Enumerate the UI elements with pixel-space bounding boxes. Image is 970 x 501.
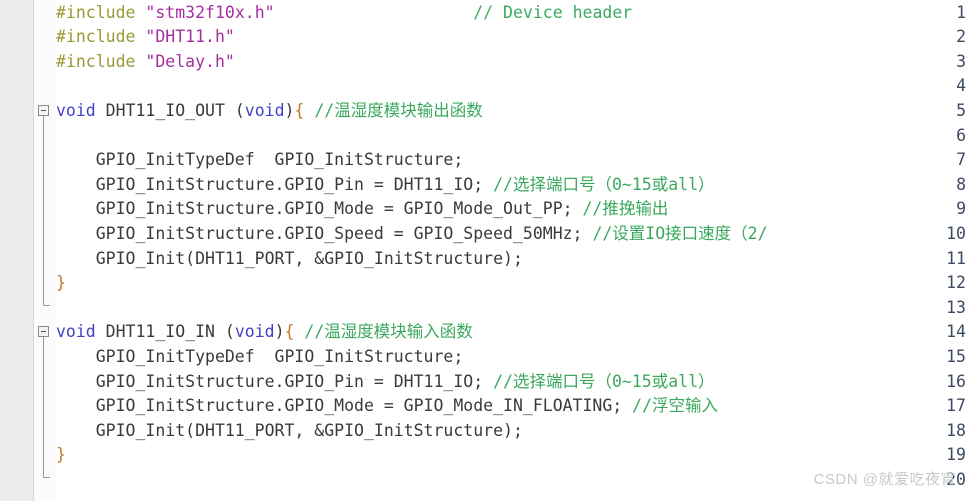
line-number-gutter <box>0 0 33 501</box>
code-editor: 1 2 3 4 5 6 7 8 9 10 11 12 13 14 15 16 17 18 19 20 #include… <box>0 0 970 501</box>
token-cmt: // Device header <box>473 2 633 22</box>
token-plain: GPIO_InitStructure.GPIO_Mode = GPIO_Mode… <box>56 199 583 219</box>
code-line[interactable]: GPIO_InitStructure.GPIO_Mode = GPIO_Mode… <box>56 394 718 419</box>
token-pre: #include <box>56 51 136 71</box>
code-line[interactable]: } <box>56 271 66 296</box>
code-content[interactable]: #include "stm32f10x.h" // Device header #… <box>56 0 970 501</box>
token-kw: void <box>234 322 275 342</box>
token-brace: { <box>284 322 295 342</box>
code-line[interactable] <box>56 296 66 321</box>
token-plain: GPIO_InitStructure.GPIO_Speed = GPIO_Spe… <box>56 223 593 243</box>
token-pre: #include <box>56 2 136 22</box>
token-plain: DHT11_IO_OUT ( <box>95 100 245 120</box>
token-cmt: //推挽输出 <box>582 199 669 219</box>
token-plain: GPIO_Init(DHT11_PORT, &GPIO_InitStructur… <box>56 248 523 268</box>
code-line[interactable]: GPIO_InitStructure.GPIO_Pin = DHT11_IO; … <box>56 173 715 198</box>
token-plain: DHT11_IO_IN ( <box>95 322 235 342</box>
token-plain: GPIO_InitStructure.GPIO_Pin = DHT11_IO; <box>56 371 494 391</box>
token-brace: { <box>294 100 305 120</box>
code-line[interactable]: void DHT11_IO_IN (void){ //温湿度模块输入函数 <box>56 320 473 345</box>
code-line[interactable]: #include "DHT11.h" <box>56 25 235 50</box>
token-pre: #include <box>56 27 136 47</box>
code-line[interactable]: } <box>56 443 66 468</box>
fold-guide-line <box>43 337 44 477</box>
fold-guide-foot <box>43 476 50 478</box>
token-plain: ) <box>274 322 285 342</box>
token-kw: void <box>56 100 96 120</box>
token-cmt: //浮空输入 <box>632 396 719 416</box>
code-line[interactable] <box>56 124 66 149</box>
code-line[interactable]: GPIO_InitStructure.GPIO_Speed = GPIO_Spe… <box>56 222 768 247</box>
fold-toggle-minus-icon[interactable] <box>38 326 49 338</box>
token-str: "Delay.h" <box>145 51 235 71</box>
fold-strip <box>34 0 56 501</box>
token-plain: GPIO_InitTypeDef GPIO_InitStructure; <box>56 150 464 170</box>
token-brace: } <box>56 445 66 465</box>
token-cmt: //温湿度模块输出函数 <box>314 100 483 120</box>
token-plain: GPIO_InitStructure.GPIO_Mode = GPIO_Mode… <box>56 396 633 416</box>
code-line[interactable] <box>56 74 66 99</box>
token-str: "stm32f10x.h" <box>145 2 275 22</box>
token-cmt: //选择端口号（0~15或all） <box>493 174 715 194</box>
token-plain: GPIO_InitStructure.GPIO_Pin = DHT11_IO; <box>56 174 494 194</box>
token-cmt: //选择端口号（0~15或all） <box>493 371 715 391</box>
code-line[interactable]: GPIO_Init(DHT11_PORT, &GPIO_InitStructur… <box>56 419 523 444</box>
token-plain: ) <box>284 100 295 120</box>
code-line[interactable]: #include "stm32f10x.h" // Device header <box>56 1 632 26</box>
code-line[interactable]: GPIO_InitStructure.GPIO_Pin = DHT11_IO; … <box>56 370 715 395</box>
token-str: "DHT11.h" <box>145 27 235 47</box>
code-line[interactable]: #include "Delay.h" <box>56 50 235 75</box>
code-line[interactable]: GPIO_InitStructure.GPIO_Mode = GPIO_Mode… <box>56 197 669 222</box>
token-plain: GPIO_Init(DHT11_PORT, &GPIO_InitStructur… <box>56 420 523 440</box>
fold-guide-line <box>43 115 44 305</box>
token-kw: void <box>244 100 285 120</box>
token-brace: } <box>56 273 66 293</box>
token-plain: GPIO_InitTypeDef GPIO_InitStructure; <box>56 346 464 366</box>
code-line[interactable]: void DHT11_IO_OUT (void){ //温湿度模块输出函数 <box>56 99 483 124</box>
token-cmt: //温湿度模块输入函数 <box>304 322 473 342</box>
code-line[interactable] <box>56 468 66 493</box>
code-line[interactable]: GPIO_InitTypeDef GPIO_InitStructure; <box>56 148 464 173</box>
gutter-divider <box>33 0 34 501</box>
fold-guide-foot <box>43 304 50 306</box>
code-line[interactable]: GPIO_Init(DHT11_PORT, &GPIO_InitStructur… <box>56 247 523 272</box>
fold-toggle-minus-icon[interactable] <box>38 104 49 116</box>
csdn-watermark: CSDN @就爱吃夜宵 <box>813 471 956 489</box>
token-kw: void <box>56 322 96 342</box>
code-line[interactable]: GPIO_InitTypeDef GPIO_InitStructure; <box>56 345 464 370</box>
token-cmt: //设置IO接口速度（2/ <box>592 223 768 243</box>
